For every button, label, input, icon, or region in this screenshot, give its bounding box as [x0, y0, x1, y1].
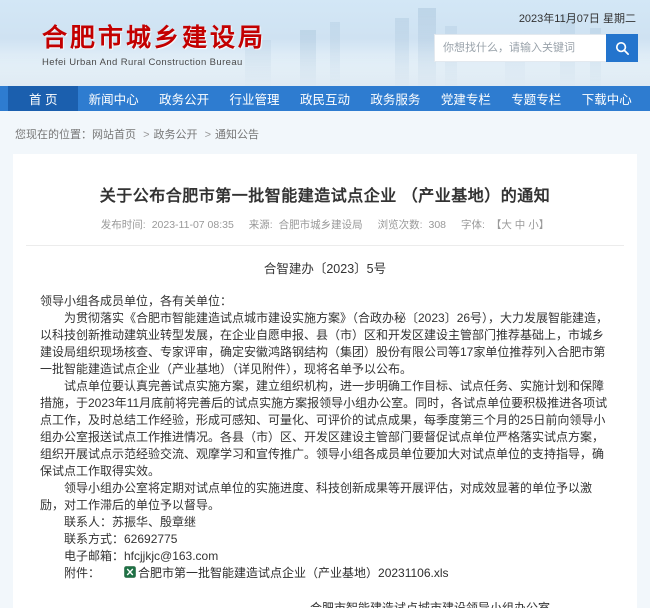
excel-file-icon — [100, 566, 136, 583]
attachment-link[interactable]: 合肥市第一批智能建造试点企业（产业基地）20231106.xls — [138, 566, 449, 580]
site-logo-subtitle: Hefei Urban And Rural Construction Burea… — [42, 57, 266, 68]
search-bar — [434, 34, 638, 62]
breadcrumb: 您现在的位置：网站首页 > 政务公开 > 通知公告 — [0, 111, 650, 154]
nav-item-downloads[interactable]: 下载中心 — [572, 86, 642, 111]
breadcrumb-link-gov-affairs[interactable]: 政务公开 — [154, 129, 198, 141]
publish-time-label: 发布时间: — [101, 219, 146, 231]
breadcrumb-label: 您现在的位置： — [15, 129, 92, 141]
breadcrumb-separator: > — [205, 129, 211, 141]
page: 合肥市城乡建设局 Hefei Urban And Rural Construct… — [0, 0, 650, 608]
header-right: 2023年11月07日 星期二 — [434, 10, 638, 62]
header-date: 2023年11月07日 星期二 — [434, 10, 638, 26]
article-card: 关于公布合肥市第一批智能建造试点企业 （产业基地）的通知 发布时间: 2023-1… — [13, 154, 637, 608]
search-icon — [615, 41, 630, 56]
attachment-row: 附件： 合肥市第一批智能建造试点企业（产业基地）20231106.xls — [40, 565, 610, 583]
nav-item-special-topics[interactable]: 专题专栏 — [501, 86, 571, 111]
nav-item-party-building[interactable]: 党建专栏 — [431, 86, 501, 111]
article-body: 领导小组各成员单位，各有关单位： 为贯彻落实《合肥市智能建造试点城市建设实施方案… — [40, 293, 610, 608]
search-button[interactable] — [606, 34, 638, 62]
title-divider — [26, 245, 624, 246]
breadcrumb-link-notices[interactable]: 通知公告 — [215, 129, 259, 141]
breadcrumb-separator: > — [143, 129, 149, 141]
contact-phone: 联系方式：62692775 — [40, 531, 610, 548]
source-value: 合肥市城乡建设局 — [279, 219, 363, 231]
contact-email: 电子邮箱：hfcjjkjc@163.com — [40, 548, 610, 565]
signature-org: 合肥市智能建造试点城市建设领导小组办公室 — [310, 599, 550, 608]
views-count: 308 — [429, 219, 447, 231]
nav-item-gov-affairs[interactable]: 政务公开 — [149, 86, 219, 111]
salutation: 领导小组各成员单位，各有关单位： — [40, 293, 610, 310]
breadcrumb-link-home[interactable]: 网站首页 — [92, 129, 136, 141]
site-logo[interactable]: 合肥市城乡建设局 Hefei Urban And Rural Construct… — [42, 18, 266, 68]
document-number: 合智建办〔2023〕5号 — [40, 258, 610, 277]
paragraph: 为贯彻落实《合肥市智能建造试点城市建设实施方案》（合政办秘〔2023〕26号），… — [40, 310, 610, 378]
search-input[interactable] — [434, 34, 606, 62]
contact-person: 联系人：苏振华、殷章继 — [40, 514, 610, 531]
nav-item-news[interactable]: 新闻中心 — [78, 86, 148, 111]
article-title: 关于公布合肥市第一批智能建造试点企业 （产业基地）的通知 — [40, 182, 610, 206]
attachment-label: 附件： — [64, 566, 100, 580]
paragraph: 试点单位要认真完善试点实施方案，建立组织机构，进一步明确工作目标、试点任务、实施… — [40, 378, 610, 480]
page-header: 合肥市城乡建设局 Hefei Urban And Rural Construct… — [0, 0, 650, 86]
signature-block: 合肥市智能建造试点城市建设领导小组办公室 2023年11月6日 — [310, 599, 550, 608]
article-meta: 发布时间: 2023-11-07 08:35 来源: 合肥市城乡建设局 浏览次数: 3… — [40, 217, 610, 232]
nav-item-industry-mgmt[interactable]: 行业管理 — [219, 86, 289, 111]
publish-time: 2023-11-07 08:35 — [152, 219, 234, 231]
site-logo-title: 合肥市城乡建设局 — [42, 18, 266, 54]
source-label: 来源: — [249, 219, 273, 231]
font-size-label: 字体: — [461, 219, 485, 231]
nav-item-interaction[interactable]: 政民互动 — [290, 86, 360, 111]
paragraph: 领导小组办公室将定期对试点单位的实施进度、科技创新成果等开展评估，对成效显著的单… — [40, 480, 610, 514]
nav-item-services[interactable]: 政务服务 — [360, 86, 430, 111]
main-nav: 首 页 新闻中心 政务公开 行业管理 政民互动 政务服务 党建专栏 专题专栏 下… — [0, 86, 650, 111]
nav-item-home[interactable]: 首 页 — [8, 86, 78, 111]
views-label: 浏览次数: — [378, 219, 423, 231]
font-size-controls[interactable]: 【大 中 小】 — [491, 219, 549, 231]
